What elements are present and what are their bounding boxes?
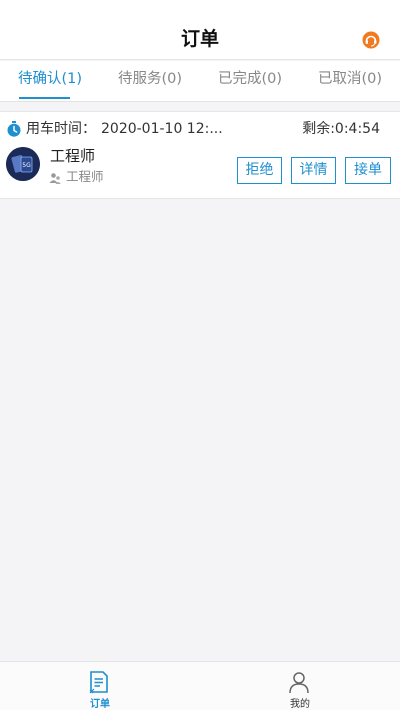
bottom-nav: 订单 我的 <box>0 661 400 710</box>
order-card: 用车时间： 2020-01-10 12:... 剩余:0:4:54 5G 工程师… <box>0 111 400 199</box>
document-icon <box>88 670 110 694</box>
user-group-icon <box>49 169 61 184</box>
remaining-time: 剩余:0:4:54 <box>302 121 380 137</box>
page-title: 订单 <box>180 28 219 50</box>
nav-mine[interactable]: 我的 <box>200 662 400 710</box>
driver-role: 工程师 <box>66 169 104 184</box>
tab-pending-confirm[interactable]: 待确认(1) <box>0 61 100 101</box>
tab-pending-service[interactable]: 待服务(0) <box>100 61 200 101</box>
stopwatch-icon <box>6 121 22 137</box>
app-header: 订单 <box>0 0 400 60</box>
svg-text:5G: 5G <box>22 162 31 169</box>
nav-mine-label: 我的 <box>290 699 310 710</box>
headset-icon[interactable] <box>362 31 380 49</box>
nav-orders-label: 订单 <box>90 699 110 710</box>
person-icon <box>288 670 310 694</box>
reject-button[interactable]: 拒绝 <box>237 157 282 184</box>
order-status-tabs: 待确认(1) 待服务(0) 已完成(0) 已取消(0) <box>0 61 400 102</box>
time-label: 用车时间： <box>26 121 96 137</box>
time-value: 2020-01-10 12:... <box>101 121 223 137</box>
accept-button[interactable]: 接单 <box>345 157 391 184</box>
tab-cancelled[interactable]: 已取消(0) <box>300 61 400 101</box>
tab-completed[interactable]: 已完成(0) <box>200 61 300 101</box>
order-time-row: 用车时间： 2020-01-10 12:... 剩余:0:4:54 <box>6 118 380 140</box>
nav-orders[interactable]: 订单 <box>0 662 200 710</box>
avatar: 5G <box>6 147 40 181</box>
driver-name: 工程师 <box>50 147 96 165</box>
detail-button[interactable]: 详情 <box>291 157 336 184</box>
